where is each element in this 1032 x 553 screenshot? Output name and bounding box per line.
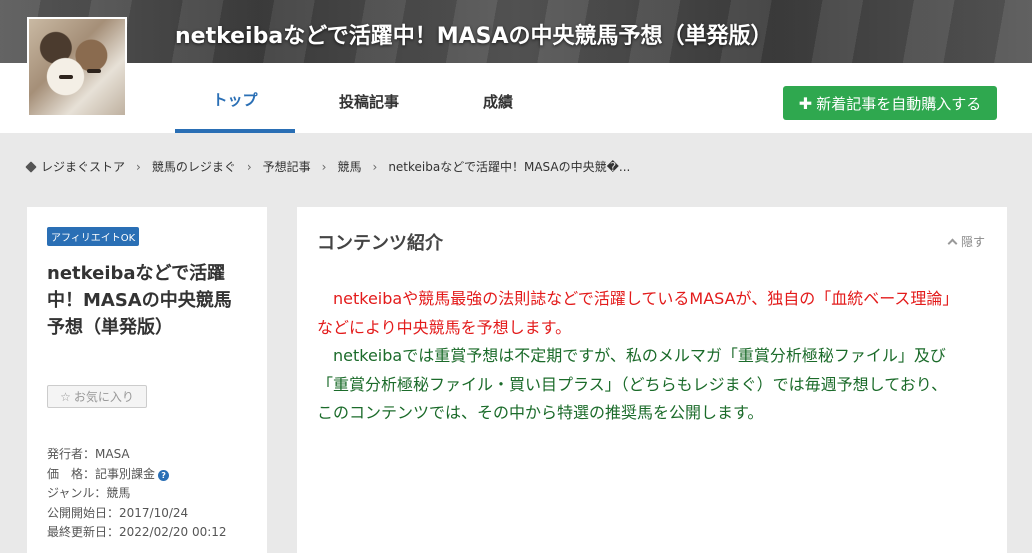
start-date-line: 公開開始日：2017/10/24 xyxy=(47,505,189,520)
meta-info: 発行者：MASA 価 格：記事別課金? ジャンル：競馬 公開開始日：2017/1… xyxy=(47,445,227,543)
breadcrumb-item-store[interactable]: レジまぐストア xyxy=(41,158,125,175)
help-icon[interactable]: ? xyxy=(158,469,170,481)
favorite-label: お気に入り xyxy=(73,390,134,404)
store-icon xyxy=(25,160,37,173)
intro-line: などにより中央競馬を予想します。 xyxy=(317,317,572,337)
cat-eye-shape xyxy=(87,69,101,73)
content-card: コンテンツ紹介 隠す netkeibaや競馬最強の法則誌などで活躍しているMAS… xyxy=(297,207,1007,553)
tab-results[interactable]: 成績 xyxy=(460,63,536,133)
intro-line: netkeibaや競馬最強の法則誌などで活躍しているMASAが、独自の「血統ベー… xyxy=(317,289,959,308)
intro-line: 「重賞分析極秘ファイル・買い目プラス」（どちらもレジまぐ）では毎週予想しており、 xyxy=(317,374,948,394)
intro-line: このコンテンツでは、その中から特選の推奨馬を公開します。 xyxy=(317,403,764,422)
cat-eye-shape xyxy=(59,75,73,79)
tab-top[interactable]: トップ xyxy=(175,63,295,133)
breadcrumb-item-current: netkeibaなどで活躍中！MASAの中央競�... xyxy=(388,160,631,174)
genre-line: ジャンル：競馬 xyxy=(47,486,131,500)
auto-buy-button[interactable]: ✚ 新着記事を自動購入する xyxy=(783,86,997,120)
breadcrumb-separator: › xyxy=(372,159,378,174)
auto-buy-label: 新着記事を自動購入する xyxy=(816,94,982,113)
breadcrumb-item-keiba[interactable]: 競馬 xyxy=(337,158,361,175)
affiliate-badge: アフィリエイトOK xyxy=(47,227,140,246)
header-banner: netkeibaなどで活躍中！MASAの中央競馬予想（単発版） xyxy=(0,0,1032,63)
nav-bar: トップ 投稿記事 成績 ✚ 新着記事を自動購入する xyxy=(0,63,1032,133)
star-icon: ☆ xyxy=(60,389,71,404)
price-text: 価 格：記事別課金 xyxy=(47,466,156,481)
sidebar-card: アフィリエイトOK netkeibaなどで活躍中！MASAの中央競馬予想（単発版… xyxy=(27,207,267,553)
content-title: netkeibaなどで活躍中！MASAの中央競馬予想（単発版） xyxy=(47,263,232,338)
updated-line: 最終更新日：2022/02/20 00:12 xyxy=(47,525,227,539)
favorite-button[interactable]: ☆ お気に入り xyxy=(47,385,147,408)
hide-label: 隠す xyxy=(960,235,985,249)
breadcrumb-separator: › xyxy=(321,159,327,174)
publisher-avatar[interactable] xyxy=(27,17,127,117)
breadcrumb-item-keiba-regimag[interactable]: 競馬のレジまぐ xyxy=(152,158,236,175)
tab-posts[interactable]: 投稿記事 xyxy=(318,63,420,133)
breadcrumb-separator: › xyxy=(246,159,252,174)
plus-icon: ✚ xyxy=(798,93,813,113)
price-line: 価 格：記事別課金? xyxy=(47,465,227,485)
site-title: netkeibaなどで活躍中！MASAの中央競馬予想（単発版） xyxy=(175,24,773,49)
hide-toggle[interactable]: 隠す xyxy=(947,233,985,250)
breadcrumb-item-prediction[interactable]: 予想記事 xyxy=(263,158,311,175)
breadcrumb-separator: › xyxy=(136,159,141,174)
publisher-line: 発行者：MASA xyxy=(47,447,130,461)
intro-line: netkeibaでは重賞予想は不定期ですが、私のメルマガ「重賞分析極秘ファイル」… xyxy=(317,346,946,365)
content-intro: netkeibaや競馬最強の法則誌などで活躍しているMASAが、独自の「血統ベー… xyxy=(317,285,992,428)
content-heading: コンテンツ紹介 xyxy=(317,233,443,254)
chevron-up-icon xyxy=(947,238,958,249)
breadcrumb: レジまぐストア › 競馬のレジまぐ › 予想記事 › 競馬 › netkeiba… xyxy=(25,158,631,175)
